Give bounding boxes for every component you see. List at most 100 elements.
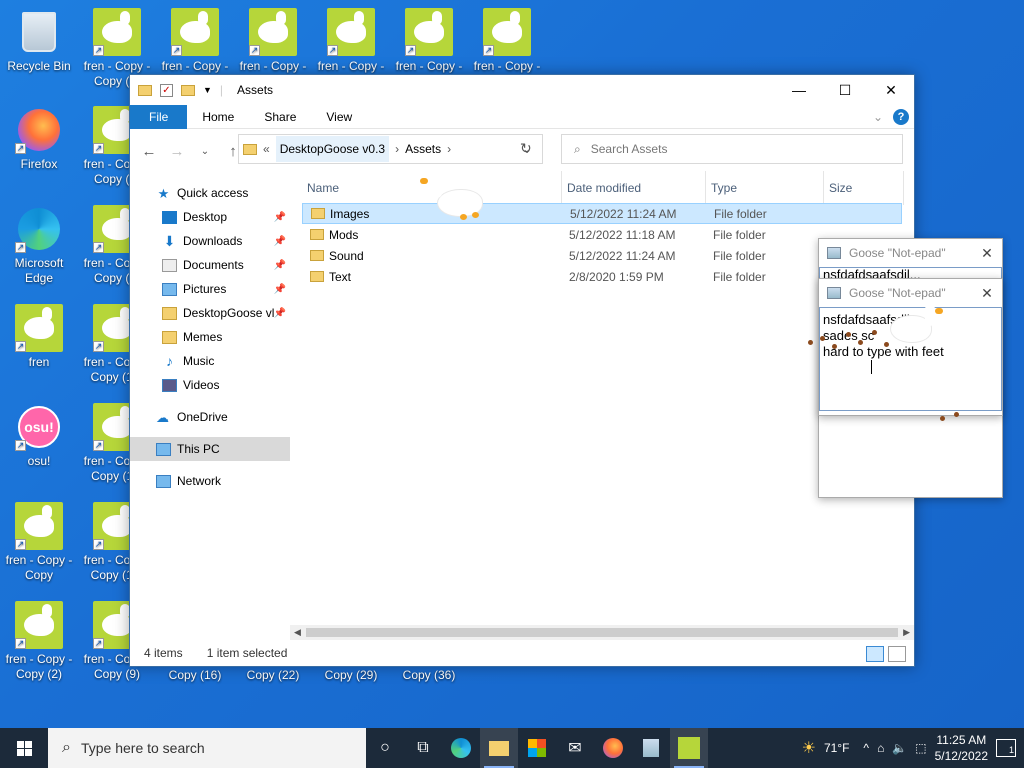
nav-network[interactable]: Network bbox=[130, 469, 290, 493]
desktop-icon-label: Firefox bbox=[20, 157, 58, 171]
scroll-right-icon[interactable]: ▶ bbox=[903, 627, 910, 638]
volume-icon[interactable]: 🔈 bbox=[892, 741, 907, 755]
quick-access-toolbar-dropdown-icon[interactable]: ▼ bbox=[203, 85, 212, 95]
close-button[interactable]: ✕ bbox=[868, 75, 914, 105]
taskbar-mail[interactable]: ✉ bbox=[556, 728, 594, 768]
nav-quick-access[interactable]: ★ Quick access bbox=[130, 181, 290, 205]
edge-icon: ↗ bbox=[15, 205, 63, 253]
navigation-pane: ★ Quick access Desktop 📌 ⬇ Downloads 📌 Docum… bbox=[130, 181, 290, 636]
clock[interactable]: 11:25 AM 5/12/2022 bbox=[935, 732, 988, 764]
back-button[interactable]: ← bbox=[138, 143, 160, 160]
nav-memes[interactable]: Memes bbox=[130, 325, 290, 349]
goose-character bbox=[420, 172, 490, 224]
breadcrumb-assets[interactable]: Assets bbox=[405, 142, 441, 156]
close-icon[interactable]: ✕ bbox=[972, 245, 1002, 262]
properties-icon[interactable]: ✓ bbox=[160, 83, 173, 97]
column-type[interactable]: Type bbox=[706, 171, 824, 205]
status-bar: 4 items 1 item selected bbox=[130, 640, 914, 666]
taskbar-store[interactable] bbox=[518, 728, 556, 768]
goose-icon: ↗ bbox=[249, 8, 297, 56]
ribbon: File Home Share View ⌄ ? bbox=[130, 104, 914, 129]
cortana-button[interactable]: ○ bbox=[366, 728, 404, 768]
desktop-icon-label: fren - Copy - Copy bbox=[5, 553, 73, 582]
osu-icon: osu! ↗ bbox=[15, 403, 63, 451]
address-bar[interactable]: « DesktopGoose v0.3 › Assets › ⌄ bbox=[238, 134, 543, 164]
notification-button[interactable]: 1 bbox=[996, 739, 1016, 757]
column-date[interactable]: Date modified bbox=[562, 171, 706, 205]
scroll-left-icon[interactable]: ◀ bbox=[294, 627, 301, 638]
desktop-icon-fren-copy[interactable]: ↗ fren - Copy - Copy bbox=[2, 502, 76, 583]
taskbar-notepad[interactable] bbox=[632, 728, 670, 768]
search-input[interactable]: ⌕ Search Assets bbox=[561, 134, 903, 164]
chevron-up-icon[interactable]: ^ bbox=[863, 741, 869, 755]
desktop-icon-recycle-bin[interactable]: Recycle Bin bbox=[2, 8, 76, 74]
notepad-title: Goose "Not-epad" bbox=[849, 246, 946, 260]
file-row-mods[interactable]: Mods 5/12/2022 11:18 AM File folder bbox=[302, 224, 902, 245]
nav-onedrive[interactable]: ☁ OneDrive bbox=[130, 405, 290, 429]
details-view-button[interactable] bbox=[866, 646, 884, 662]
file-name: Sound bbox=[329, 248, 364, 263]
new-folder-icon[interactable] bbox=[181, 84, 195, 96]
weather-temp[interactable]: 71°F bbox=[824, 741, 849, 755]
refresh-button[interactable]: ↻ bbox=[520, 140, 532, 157]
nav-videos[interactable]: Videos bbox=[130, 373, 290, 397]
file-row-images[interactable]: Images 5/12/2022 11:24 AM File folder bbox=[302, 203, 902, 224]
nav-this-pc[interactable]: This PC bbox=[130, 437, 290, 461]
recent-locations-icon[interactable]: ⌄ bbox=[194, 146, 216, 157]
large-icons-view-button[interactable] bbox=[888, 646, 906, 662]
column-size[interactable]: Size bbox=[824, 171, 904, 205]
nav-pictures[interactable]: Pictures 📌 bbox=[130, 277, 290, 301]
minimize-button[interactable]: — bbox=[776, 75, 822, 105]
desktop-icon-osu[interactable]: osu! ↗ osu! bbox=[2, 403, 76, 469]
tab-share[interactable]: Share bbox=[249, 110, 311, 124]
desktop-icon-edge[interactable]: ↗ Microsoft Edge bbox=[2, 205, 76, 286]
taskbar-firefox[interactable] bbox=[594, 728, 632, 768]
desktop-icon-label-partial[interactable]: Copy (29) bbox=[314, 668, 388, 683]
desktop-icon-fren[interactable]: ↗ fren bbox=[2, 304, 76, 370]
tab-file[interactable]: File bbox=[130, 104, 188, 129]
start-button[interactable] bbox=[0, 728, 48, 768]
nav-desktopgoose[interactable]: DesktopGoose vl 📌 bbox=[130, 301, 290, 325]
forward-button[interactable]: → bbox=[166, 143, 188, 160]
network-icon[interactable]: ⌂ bbox=[877, 741, 884, 755]
desktop-icon-label: osu! bbox=[27, 454, 51, 468]
taskbar-edge[interactable] bbox=[442, 728, 480, 768]
nav-documents[interactable]: Documents 📌 bbox=[130, 253, 290, 277]
file-row-sound[interactable]: Sound 5/12/2022 11:24 AM File folder bbox=[302, 245, 902, 266]
desktop-icon-label-partial[interactable]: Copy (16) bbox=[158, 668, 232, 683]
taskbar-goose[interactable] bbox=[670, 728, 708, 768]
chevron-right-icon[interactable]: › bbox=[395, 142, 399, 156]
maximize-button[interactable]: ☐ bbox=[822, 75, 868, 105]
taskbar-file-explorer[interactable] bbox=[480, 728, 518, 768]
notepad-icon bbox=[643, 739, 659, 757]
file-row-text[interactable]: Text 2/8/2020 1:59 PM File folder bbox=[302, 266, 902, 287]
close-icon[interactable]: ✕ bbox=[972, 285, 1002, 302]
task-view-button[interactable]: ⧉ bbox=[404, 728, 442, 768]
scrollbar-thumb[interactable] bbox=[306, 628, 898, 637]
expand-ribbon-icon[interactable]: ⌄ bbox=[873, 110, 883, 124]
file-explorer-window[interactable]: ✓ ▼ | Assets — ☐ ✕ File Home Share View … bbox=[129, 74, 915, 667]
folder-icon bbox=[162, 306, 177, 320]
weather-icon[interactable]: ☀ bbox=[802, 738, 816, 758]
tab-home[interactable]: Home bbox=[187, 110, 249, 124]
window-title: Assets bbox=[237, 83, 274, 97]
taskbar-search[interactable]: ⌕ Type here to search bbox=[48, 728, 366, 768]
desktop-icon-label-partial[interactable]: Copy (36) bbox=[392, 668, 466, 683]
nav-downloads[interactable]: ⬇ Downloads 📌 bbox=[130, 229, 290, 253]
breadcrumb-desktopgoose[interactable]: DesktopGoose v0.3 bbox=[275, 136, 390, 162]
title-bar[interactable]: ✓ ▼ | Assets — ☐ ✕ bbox=[130, 75, 914, 105]
breadcrumb-overflow[interactable]: « bbox=[263, 142, 270, 156]
language-icon[interactable]: ⬚ bbox=[915, 741, 926, 755]
nav-music[interactable]: ♪ Music bbox=[130, 349, 290, 373]
desktop-icon-firefox[interactable]: ↗ Firefox bbox=[2, 106, 76, 172]
desktop-icon-fren-copy-2[interactable]: ↗ fren - Copy - Copy (2) bbox=[2, 601, 76, 682]
tab-view[interactable]: View bbox=[311, 110, 367, 124]
chevron-right-icon[interactable]: › bbox=[447, 142, 451, 156]
network-icon bbox=[156, 474, 171, 488]
desktop-icon-label-partial[interactable]: Copy (22) bbox=[236, 668, 310, 683]
notepad-title-bar[interactable]: Goose "Not-epad" ✕ bbox=[819, 239, 1002, 267]
nav-desktop[interactable]: Desktop 📌 bbox=[130, 205, 290, 229]
help-icon[interactable]: ? bbox=[893, 108, 909, 125]
goose-icon: ↗ bbox=[15, 502, 63, 550]
horizontal-scrollbar[interactable]: ◀ ▶ bbox=[290, 625, 914, 640]
